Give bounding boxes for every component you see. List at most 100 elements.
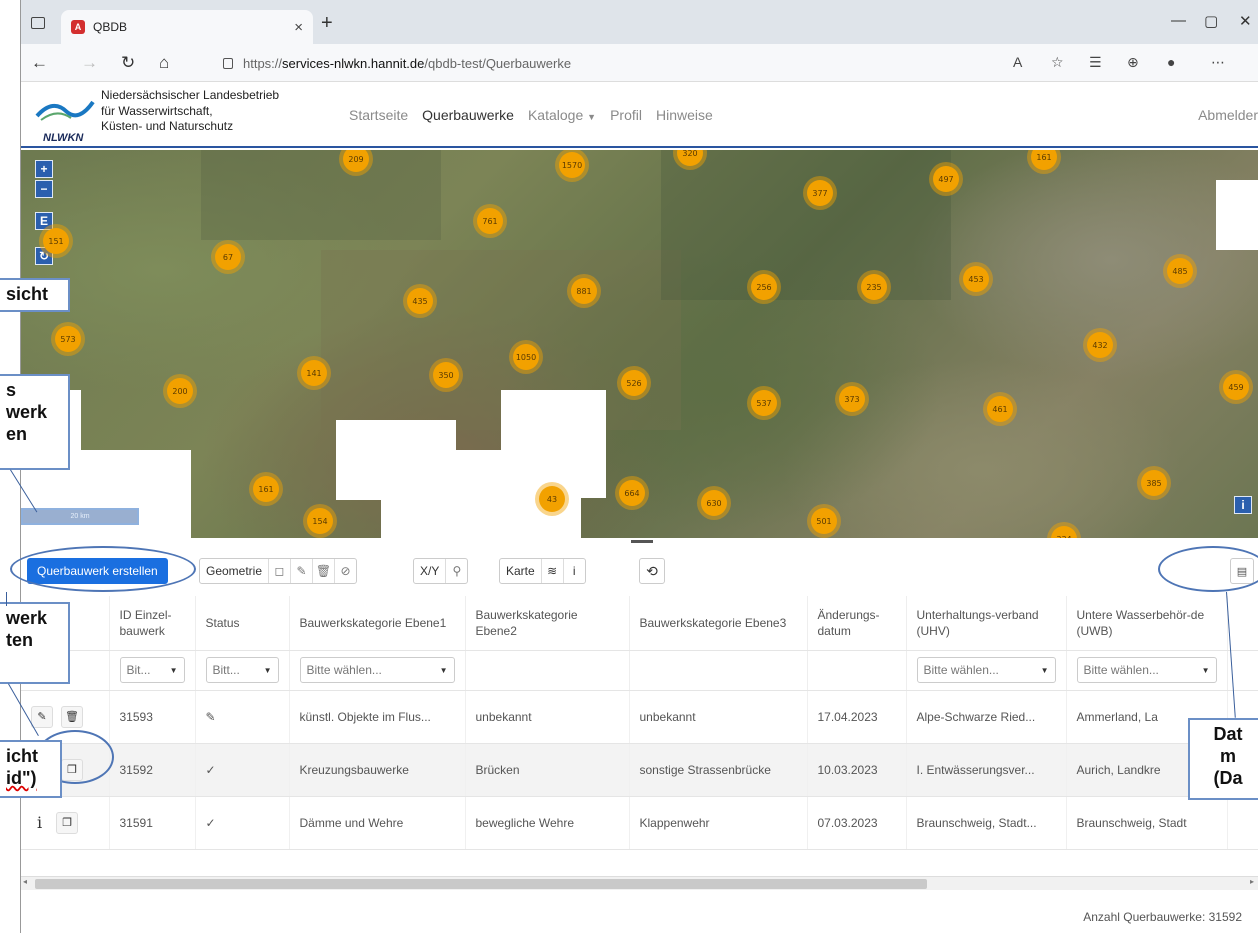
cluster-marker[interactable]: 334 bbox=[1051, 526, 1077, 538]
close-tab-icon[interactable]: × bbox=[294, 19, 303, 36]
forward-icon[interactable]: → bbox=[81, 53, 98, 73]
geometry-select-icon[interactable]: ◻ bbox=[268, 559, 290, 583]
scale-bar: 20 km bbox=[21, 508, 139, 525]
menu-startseite[interactable]: Startseite bbox=[349, 107, 408, 123]
cluster-marker[interactable]: 1570 bbox=[559, 152, 585, 178]
menu-querbauwerke[interactable]: Querbauwerke bbox=[422, 107, 514, 123]
map-view[interactable]: + − E ↻ 20 km i 209 1570 320 161 377 497 761 15… bbox=[21, 150, 1258, 538]
table-row[interactable]: i ❐ 31591 ✓ Dämme und Wehre bewegliche W… bbox=[21, 796, 1258, 850]
cluster-marker[interactable]: 537 bbox=[751, 390, 777, 416]
map-marker-icon[interactable]: ⚲ bbox=[445, 559, 467, 583]
collections-icon[interactable]: ⊕ bbox=[1127, 54, 1139, 71]
favorite-star-icon[interactable]: ☆ bbox=[1051, 54, 1064, 71]
cluster-marker[interactable]: 435 bbox=[407, 288, 433, 314]
table-row[interactable]: ✎ 🗑 31593 ✎ künstl. Objekte im Flus... u… bbox=[21, 690, 1258, 744]
cluster-marker[interactable]: 573 bbox=[55, 326, 81, 352]
read-aloud-icon[interactable]: A bbox=[1013, 54, 1022, 70]
cluster-marker[interactable]: 200 bbox=[167, 378, 193, 404]
col-header-ebene3[interactable]: Bauwerkskategorie Ebene3 bbox=[629, 596, 808, 651]
cluster-marker[interactable]: 67 bbox=[215, 244, 241, 270]
cluster-marker[interactable]: 664 bbox=[619, 480, 645, 506]
profile-avatar-icon[interactable]: ● bbox=[1167, 54, 1175, 70]
filter-status-select[interactable]: Bitt... ▼ bbox=[205, 657, 279, 683]
cluster-marker[interactable]: 526 bbox=[621, 370, 647, 396]
cluster-marker[interactable]: 385 bbox=[1141, 470, 1167, 496]
cluster-marker[interactable]: 453 bbox=[963, 266, 989, 292]
cluster-marker[interactable]: 151 bbox=[43, 228, 69, 254]
history-icon[interactable]: ⟲ bbox=[639, 558, 665, 584]
cluster-marker[interactable]: 350 bbox=[433, 362, 459, 388]
map-info-icon[interactable]: i bbox=[562, 559, 585, 583]
cluster-marker[interactable]: 256 bbox=[751, 274, 777, 300]
copy-icon[interactable]: ❐ bbox=[56, 811, 79, 834]
cluster-marker[interactable]: 1050 bbox=[513, 344, 539, 370]
info-icon[interactable]: i bbox=[31, 813, 48, 832]
cluster-marker[interactable]: 373 bbox=[839, 386, 865, 412]
tab-actions-icon[interactable] bbox=[31, 17, 45, 29]
filter-ebene1-select[interactable]: Bitte wählen... ▼ bbox=[299, 657, 455, 683]
menu-hinweise[interactable]: Hinweise bbox=[656, 107, 713, 123]
minimize-icon[interactable]: — bbox=[1171, 12, 1186, 29]
cluster-marker[interactable]: 461 bbox=[987, 396, 1013, 422]
menu-profil[interactable]: Profil bbox=[610, 107, 642, 123]
cluster-marker[interactable]: 43 bbox=[539, 486, 565, 512]
geometry-edit-icon[interactable]: ✎ bbox=[290, 559, 312, 583]
back-icon[interactable]: ← bbox=[31, 53, 48, 73]
delete-icon[interactable]: 🗑 bbox=[61, 705, 83, 728]
more-options-icon[interactable]: ⋯ bbox=[1211, 54, 1225, 71]
col-header-uhv[interactable]: Unterhaltungs-verband (UHV) bbox=[906, 596, 1067, 651]
col-header-ebene1[interactable]: Bauwerkskategorie Ebene1 bbox=[289, 596, 466, 651]
table-row[interactable]: ❐ 31592 ✓ Kreuzungsbauwerke Brücken sons… bbox=[21, 743, 1258, 797]
geometry-cancel-icon[interactable]: ⊘ bbox=[334, 559, 356, 583]
filter-uwb-select[interactable]: Bitte wählen... ▼ bbox=[1076, 657, 1217, 683]
scroll-left-icon[interactable]: ◂ bbox=[23, 877, 27, 886]
col-header-ebene2[interactable]: Bauwerkskategorie Ebene2 bbox=[465, 596, 630, 651]
scrollbar-thumb[interactable] bbox=[35, 879, 927, 889]
cluster-marker[interactable]: 630 bbox=[701, 490, 727, 516]
horizontal-scrollbar[interactable]: ◂ ▸ bbox=[21, 876, 1258, 890]
layers-icon[interactable]: ≋ bbox=[540, 559, 563, 583]
zoom-out-button[interactable]: − bbox=[35, 180, 53, 198]
cluster-marker[interactable]: 235 bbox=[861, 274, 887, 300]
col-header-uwb[interactable]: Untere Wasserbehör-de (UWB) bbox=[1066, 596, 1228, 651]
cluster-marker[interactable]: 761 bbox=[477, 208, 503, 234]
tab-title: QBDB bbox=[93, 20, 128, 34]
zoom-in-button[interactable]: + bbox=[35, 160, 53, 178]
cluster-marker[interactable]: 501 bbox=[811, 508, 837, 534]
col-header-status[interactable]: Status bbox=[195, 596, 290, 651]
new-tab-icon[interactable]: + bbox=[321, 12, 333, 35]
tab-qbdb[interactable]: A QBDB × bbox=[61, 10, 313, 44]
filter-id-select[interactable]: Bit... ▼ bbox=[119, 657, 185, 683]
filter-uhv-select[interactable]: Bitte wählen... ▼ bbox=[916, 657, 1056, 683]
dropdown-arrow-icon: ▼ bbox=[1040, 665, 1049, 675]
menu-kataloge[interactable]: Kataloge ▼ bbox=[528, 107, 596, 123]
geometry-delete-icon[interactable]: 🗑 bbox=[312, 559, 334, 583]
cluster-marker[interactable]: 161 bbox=[1031, 150, 1057, 170]
logout-link[interactable]: Abmelder bbox=[1198, 107, 1258, 123]
nlwkn-logo[interactable]: NLWKN bbox=[33, 90, 97, 144]
url-field[interactable]: https://services-nlwkn.hannit.de/qbdb-te… bbox=[223, 50, 1063, 76]
cluster-marker[interactable]: 161 bbox=[253, 476, 279, 502]
home-icon[interactable]: ⌂ bbox=[159, 53, 169, 73]
maximize-icon[interactable]: ▢ bbox=[1204, 12, 1218, 30]
cluster-marker[interactable]: 497 bbox=[933, 166, 959, 192]
cluster-marker[interactable]: 459 bbox=[1223, 374, 1249, 400]
cluster-marker[interactable]: 881 bbox=[571, 278, 597, 304]
extent-button[interactable]: E bbox=[35, 212, 53, 230]
cluster-marker[interactable]: 377 bbox=[807, 180, 833, 206]
scroll-right-icon[interactable]: ▸ bbox=[1250, 877, 1254, 886]
reload-icon[interactable]: ↻ bbox=[121, 53, 135, 73]
cluster-marker[interactable]: 485 bbox=[1167, 258, 1193, 284]
favorites-list-icon[interactable]: ☰ bbox=[1089, 54, 1102, 71]
map-info-button[interactable]: i bbox=[1234, 496, 1252, 514]
cluster-marker[interactable]: 154 bbox=[307, 508, 333, 534]
lock-icon bbox=[223, 57, 233, 69]
col-header-date[interactable]: Änderungs-datum bbox=[807, 596, 907, 651]
geometry-label: Geometrie bbox=[206, 564, 263, 578]
cluster-marker[interactable]: 432 bbox=[1087, 332, 1113, 358]
edit-icon[interactable]: ✎ bbox=[31, 705, 53, 728]
col-header-id[interactable]: ID Einzel-bauwerk bbox=[109, 596, 196, 651]
close-window-icon[interactable]: ✕ bbox=[1239, 12, 1252, 30]
resize-splitter[interactable] bbox=[631, 540, 653, 543]
cluster-marker[interactable]: 141 bbox=[301, 360, 327, 386]
